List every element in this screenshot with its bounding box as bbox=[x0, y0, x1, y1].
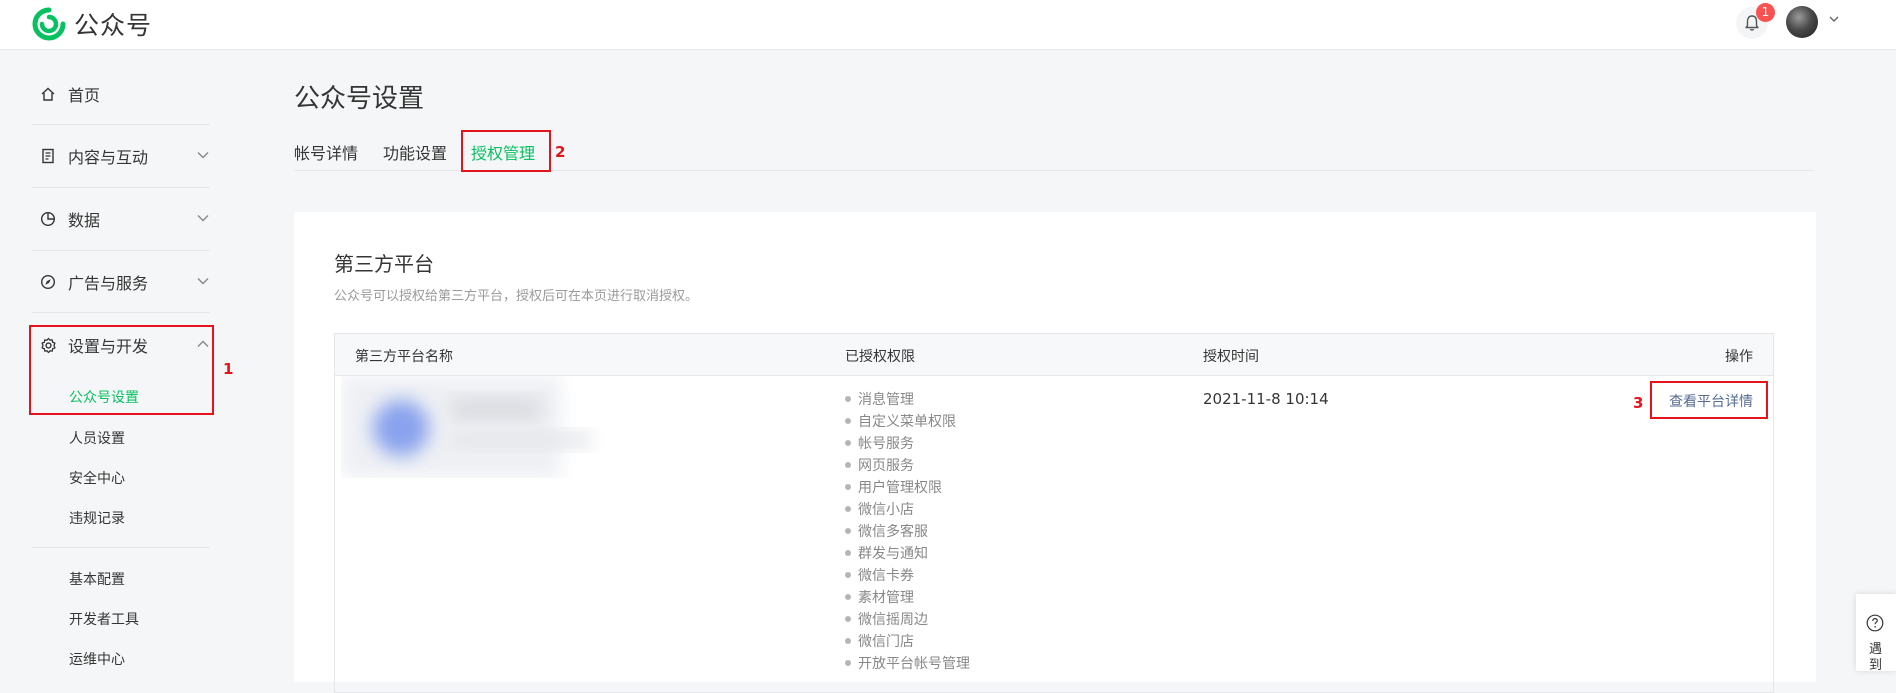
permission-item: 微信多客服 bbox=[845, 520, 970, 542]
permission-item: 消息管理 bbox=[845, 388, 970, 410]
top-bar: 公众号 1 bbox=[0, 0, 1896, 50]
platform-logo-blurred bbox=[341, 376, 591, 478]
sidebar-item-content[interactable]: 内容与互动 bbox=[40, 136, 210, 176]
permission-label: 帐号服务 bbox=[858, 436, 914, 452]
permission-label: 微信卡券 bbox=[858, 568, 914, 584]
sidebar-subitem-developer-tools[interactable]: 开发者工具 bbox=[69, 609, 139, 629]
bullet-icon bbox=[845, 550, 851, 556]
question-icon bbox=[1866, 614, 1884, 632]
sidebar-subitem-staff-settings[interactable]: 人员设置 bbox=[69, 428, 125, 448]
column-header-action: 操作 bbox=[1725, 349, 1753, 365]
sidebar-subitem-security-center[interactable]: 安全中心 bbox=[69, 468, 125, 488]
bullet-icon bbox=[845, 528, 851, 534]
compass-icon bbox=[40, 273, 58, 291]
annotation-box-3 bbox=[1650, 381, 1768, 419]
permission-label: 网页服务 bbox=[858, 458, 914, 474]
bullet-icon bbox=[845, 506, 851, 512]
divider bbox=[32, 547, 210, 548]
tab-feature-settings[interactable]: 功能设置 bbox=[383, 140, 447, 164]
auth-time: 2021-11-8 10:14 bbox=[1203, 390, 1329, 408]
annotation-number-2: 2 bbox=[555, 143, 566, 161]
sidebar-item-data[interactable]: 数据 bbox=[40, 199, 210, 239]
divider bbox=[32, 187, 210, 188]
permission-label: 开放平台帐号管理 bbox=[858, 656, 970, 672]
chevron-down-icon bbox=[197, 278, 209, 285]
bullet-icon bbox=[845, 418, 851, 424]
chevron-down-icon[interactable] bbox=[1828, 14, 1840, 24]
section-description: 公众号可以授权给第三方平台，授权后可在本页进行取消授权。 bbox=[334, 289, 699, 304]
help-float-button[interactable]: 遇到 bbox=[1856, 594, 1896, 673]
permission-item: 帐号服务 bbox=[845, 432, 970, 454]
sidebar-item-home[interactable]: 首页 bbox=[40, 74, 210, 114]
permission-label: 素材管理 bbox=[858, 590, 914, 606]
pie-chart-icon bbox=[40, 210, 58, 228]
sidebar-item-label: 广告与服务 bbox=[68, 274, 149, 293]
permission-label: 群发与通知 bbox=[858, 546, 928, 562]
bullet-icon bbox=[845, 440, 851, 446]
tab-account-details[interactable]: 帐号详情 bbox=[294, 140, 358, 164]
bullet-icon bbox=[845, 462, 851, 468]
sidebar-subitem-basic-config[interactable]: 基本配置 bbox=[69, 569, 125, 589]
divider bbox=[32, 124, 210, 125]
permission-item: 用户管理权限 bbox=[845, 476, 970, 498]
permission-item: 素材管理 bbox=[845, 586, 970, 608]
divider bbox=[32, 312, 210, 313]
home-icon bbox=[40, 85, 58, 103]
document-icon bbox=[40, 147, 58, 165]
wechat-mp-logo-icon bbox=[32, 7, 66, 41]
permission-item: 微信摇周边 bbox=[845, 608, 970, 630]
column-header-platform-name: 第三方平台名称 bbox=[355, 349, 453, 365]
bullet-icon bbox=[845, 660, 851, 666]
sidebar-item-label: 内容与互动 bbox=[68, 148, 149, 167]
bullet-icon bbox=[845, 572, 851, 578]
permission-item: 网页服务 bbox=[845, 454, 970, 476]
permission-label: 微信摇周边 bbox=[858, 612, 928, 628]
page-title: 公众号设置 bbox=[294, 84, 425, 114]
permission-list: 消息管理自定义菜单权限 帐号服务网页服务用户管理权限 微信小店微信多客服群发与通知微… bbox=[845, 388, 970, 674]
sidebar-item-ads[interactable]: 广告与服务 bbox=[40, 262, 210, 302]
content-card: 第三方平台 公众号可以授权给第三方平台，授权后可在本页进行取消授权。 第三方平台… bbox=[294, 212, 1816, 693]
permission-item: 自定义菜单权限 bbox=[845, 410, 970, 432]
permission-item: 微信门店 bbox=[845, 630, 970, 652]
help-label: 遇到 bbox=[1869, 642, 1883, 673]
sidebar-subitem-violation-records[interactable]: 违规记录 bbox=[69, 508, 125, 528]
bullet-icon bbox=[845, 484, 851, 490]
bullet-icon bbox=[845, 594, 851, 600]
permission-item: 微信小店 bbox=[845, 498, 970, 520]
permission-label: 微信小店 bbox=[858, 502, 914, 518]
table-header: 第三方平台名称 已授权权限 授权时间 操作 bbox=[335, 334, 1773, 376]
sidebar-item-label: 首页 bbox=[68, 86, 101, 105]
annotation-number-1: 1 bbox=[223, 360, 234, 378]
permission-item: 群发与通知 bbox=[845, 542, 970, 564]
permission-label: 用户管理权限 bbox=[858, 480, 942, 496]
column-header-auth-time: 授权时间 bbox=[1203, 349, 1259, 365]
chevron-down-icon bbox=[197, 152, 209, 159]
column-header-permissions: 已授权权限 bbox=[845, 349, 915, 365]
annotation-box-2 bbox=[461, 130, 551, 172]
avatar[interactable] bbox=[1786, 6, 1818, 38]
permission-label: 微信门店 bbox=[858, 634, 914, 650]
bullet-icon bbox=[845, 638, 851, 644]
divider bbox=[32, 250, 210, 251]
section-title: 第三方平台 bbox=[334, 252, 434, 276]
logo-text: 公众号 bbox=[74, 11, 153, 40]
sidebar-subitem-ops-center[interactable]: 运维中心 bbox=[69, 649, 125, 669]
sidebar-item-label: 数据 bbox=[68, 211, 101, 230]
permission-label: 自定义菜单权限 bbox=[858, 414, 956, 430]
bullet-icon bbox=[845, 616, 851, 622]
chevron-down-icon bbox=[197, 215, 209, 222]
permission-label: 消息管理 bbox=[858, 392, 914, 408]
bullet-icon bbox=[845, 396, 851, 402]
annotation-number-3: 3 bbox=[1633, 394, 1644, 412]
logo[interactable]: 公众号 bbox=[32, 6, 152, 42]
permission-label: 微信多客服 bbox=[858, 524, 928, 540]
annotation-box-1 bbox=[29, 325, 214, 415]
third-party-table: 第三方平台名称 已授权权限 授权时间 操作 消息管理自定义菜单权限 帐号服务网页服… bbox=[334, 333, 1774, 693]
notification-badge: 1 bbox=[1756, 3, 1775, 22]
permission-item: 微信卡券 bbox=[845, 564, 970, 586]
